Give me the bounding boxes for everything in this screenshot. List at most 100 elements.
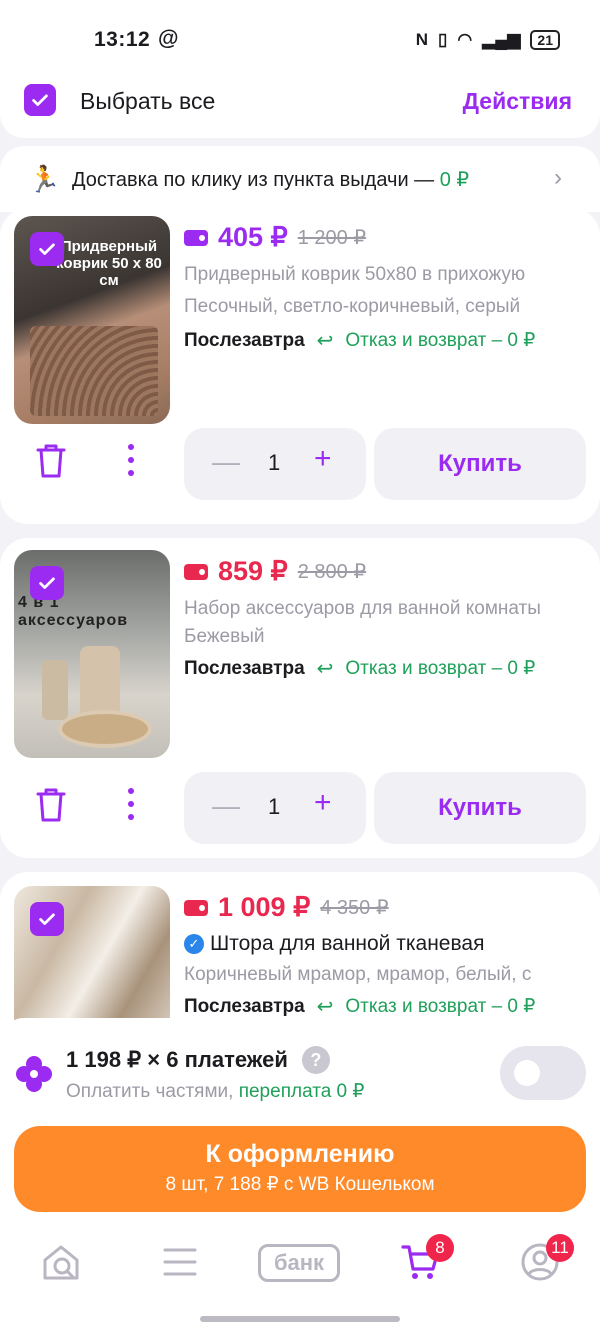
split-payment-toggle[interactable] xyxy=(500,1046,586,1100)
bottom-navigation: банк 8 11 xyxy=(0,1224,600,1304)
return-arrow-icon: ↩ xyxy=(316,658,334,680)
item-checkbox[interactable] xyxy=(30,232,64,266)
split-payment-icon xyxy=(16,1056,52,1092)
bank-tab[interactable]: банк xyxy=(258,1244,340,1282)
split-amount-row: 1 198 ₽ × 6 платежей ? xyxy=(66,1046,330,1074)
checkout-subtitle: 8 шт, 7 188 ₽ с WB Кошельком xyxy=(165,1174,435,1195)
running-person-icon: 🏃 xyxy=(28,164,61,194)
old-price: 1 200 ₽ xyxy=(297,227,367,249)
home-indicator[interactable] xyxy=(200,1316,400,1322)
buy-button[interactable]: Купить xyxy=(374,428,586,500)
checkmark-icon xyxy=(32,94,48,106)
item-controls: — 1 + Купить xyxy=(0,428,600,504)
delivery-label: Доставка по клику из пункта выдачи — xyxy=(72,169,440,191)
product-name[interactable]: Придверный коврик 50х80 в прихожую xyxy=(184,264,588,286)
delivery-price: 0 ₽ xyxy=(439,169,470,191)
thumb-label: Придверный коврик 50 x 80 см xyxy=(56,238,162,289)
signal-icon: ▂▄▆ xyxy=(482,30,521,49)
return-arrow-icon: ↩ xyxy=(316,996,334,1018)
product-variant: Коричневый мрамор, мрамор, белый, с xyxy=(184,964,532,985)
trash-icon[interactable] xyxy=(34,786,68,824)
product-image[interactable]: 4 в 1 аксессуаров xyxy=(14,550,170,758)
cart-badge: 8 xyxy=(426,1234,454,1262)
profile-badge: 11 xyxy=(546,1234,574,1262)
item-controls: — 1 + Купить xyxy=(0,772,600,848)
decrease-button[interactable]: — xyxy=(212,790,240,822)
trash-icon[interactable] xyxy=(34,442,68,480)
price: 859 ₽ xyxy=(218,556,288,586)
product-name[interactable]: ✓ Штора для ванной тканевая xyxy=(184,932,588,956)
item-checkbox[interactable] xyxy=(30,566,64,600)
toggle-knob xyxy=(514,1060,540,1086)
rug-picture xyxy=(30,326,158,416)
help-icon[interactable]: ? xyxy=(301,1046,330,1074)
return-policy[interactable]: Отказ и возврат – 0 ₽ xyxy=(345,329,535,352)
delivery-date: Послезавтра xyxy=(184,995,305,1017)
cart-item: 4 в 1 аксессуаров 859 ₽ 2 800 ₽ Набор ак… xyxy=(0,538,600,858)
decrease-button[interactable]: — xyxy=(212,446,240,478)
product-variant: Бежевый xyxy=(184,626,265,647)
product-name[interactable]: Набор аксессуаров для ванной комнаты xyxy=(184,598,588,620)
status-icons: N ▯ ◠ ▂▄▆ 21 xyxy=(416,30,560,50)
home-search-icon[interactable] xyxy=(40,1242,82,1284)
old-price: 2 800 ₽ xyxy=(297,561,367,583)
select-all-checkbox[interactable] xyxy=(24,84,56,116)
wallet-icon xyxy=(184,899,208,916)
checkout-title: К оформлению xyxy=(205,1140,395,1168)
delivery-banner[interactable]: 🏃 Доставка по клику из пункта выдачи — 0… xyxy=(0,146,600,212)
price-row: 405 ₽ 1 200 ₽ xyxy=(184,222,366,253)
cart-item: Придверный коврик 50 x 80 см 405 ₽ 1 200… xyxy=(0,208,600,524)
nfc-icon: N xyxy=(415,30,429,49)
verified-icon: ✓ xyxy=(184,934,204,954)
status-time: 13:12 xyxy=(94,28,151,51)
profile-tab[interactable]: 11 xyxy=(520,1234,574,1287)
split-amount: 1 198 ₽ × 6 платежей xyxy=(66,1047,288,1072)
price-row: 1 009 ₽ 4 350 ₽ xyxy=(184,892,389,923)
delivery-row: Послезавтра ↩ Отказ и возврат – 0 ₽ xyxy=(184,656,535,681)
price: 405 ₽ xyxy=(218,222,288,252)
product-name-text: Штора для ванной тканевая xyxy=(210,932,485,955)
return-arrow-icon: ↩ xyxy=(316,330,334,352)
increase-button[interactable]: + xyxy=(314,786,332,820)
actions-button[interactable]: Действия xyxy=(463,88,572,115)
increase-button[interactable]: + xyxy=(314,442,332,476)
battery-icon: 21 xyxy=(530,30,560,50)
more-options-icon[interactable] xyxy=(128,444,134,476)
price: 1 009 ₽ xyxy=(218,892,311,922)
delivery-date: Послезавтра xyxy=(184,657,305,679)
cup-picture xyxy=(80,646,120,720)
return-policy[interactable]: Отказ и возврат – 0 ₽ xyxy=(345,657,535,680)
wallet-icon xyxy=(184,229,208,246)
checkmark-icon xyxy=(39,913,55,925)
checkout-button[interactable]: К оформлению 8 шт, 7 188 ₽ с WB Кошелько… xyxy=(14,1126,586,1212)
quantity-stepper: — 1 + xyxy=(184,772,366,844)
product-variant: Песочный, светло-коричневый, серый xyxy=(184,296,521,317)
delivery-row: Послезавтра ↩ Отказ и возврат – 0 ₽ xyxy=(184,994,535,1019)
price-row: 859 ₽ 2 800 ₽ xyxy=(184,556,366,587)
checkout-panel: 1 198 ₽ × 6 платежей ? Оплатить частями,… xyxy=(0,1018,600,1332)
buy-button[interactable]: Купить xyxy=(374,772,586,844)
return-policy[interactable]: Отказ и возврат – 0 ₽ xyxy=(345,995,535,1018)
quantity-value: 1 xyxy=(268,450,281,475)
chevron-right-icon: › xyxy=(554,164,562,191)
quantity-value: 1 xyxy=(268,794,281,819)
product-image[interactable]: Придверный коврик 50 x 80 см xyxy=(14,216,170,424)
cart-tab[interactable]: 8 xyxy=(400,1234,454,1287)
overpay-text: переплата 0 ₽ xyxy=(238,1081,365,1102)
delivery-text: Доставка по клику из пункта выдачи — 0 ₽ xyxy=(72,167,469,192)
catalog-menu-icon[interactable] xyxy=(162,1246,198,1278)
split-payment-row[interactable]: 1 198 ₽ × 6 платежей ? Оплатить частями,… xyxy=(0,1018,600,1114)
quantity-stepper: — 1 + xyxy=(184,428,366,500)
select-all-label[interactable]: Выбрать все xyxy=(80,88,215,115)
soap-dish-picture xyxy=(58,710,152,748)
cart-header: Выбрать все Действия xyxy=(0,66,600,138)
split-subtitle-row: Оплатить частями, переплата 0 ₽ xyxy=(66,1080,365,1103)
delivery-row: Послезавтра ↩ Отказ и возврат – 0 ₽ xyxy=(184,328,535,353)
wallet-icon xyxy=(184,563,208,580)
old-price: 4 350 ₽ xyxy=(320,897,389,919)
wifi-icon: ◠ xyxy=(457,30,473,49)
vibrate-icon: ▯ xyxy=(438,30,448,49)
more-options-icon[interactable] xyxy=(128,788,134,820)
dispenser-picture xyxy=(42,660,68,720)
item-checkbox[interactable] xyxy=(30,902,64,936)
